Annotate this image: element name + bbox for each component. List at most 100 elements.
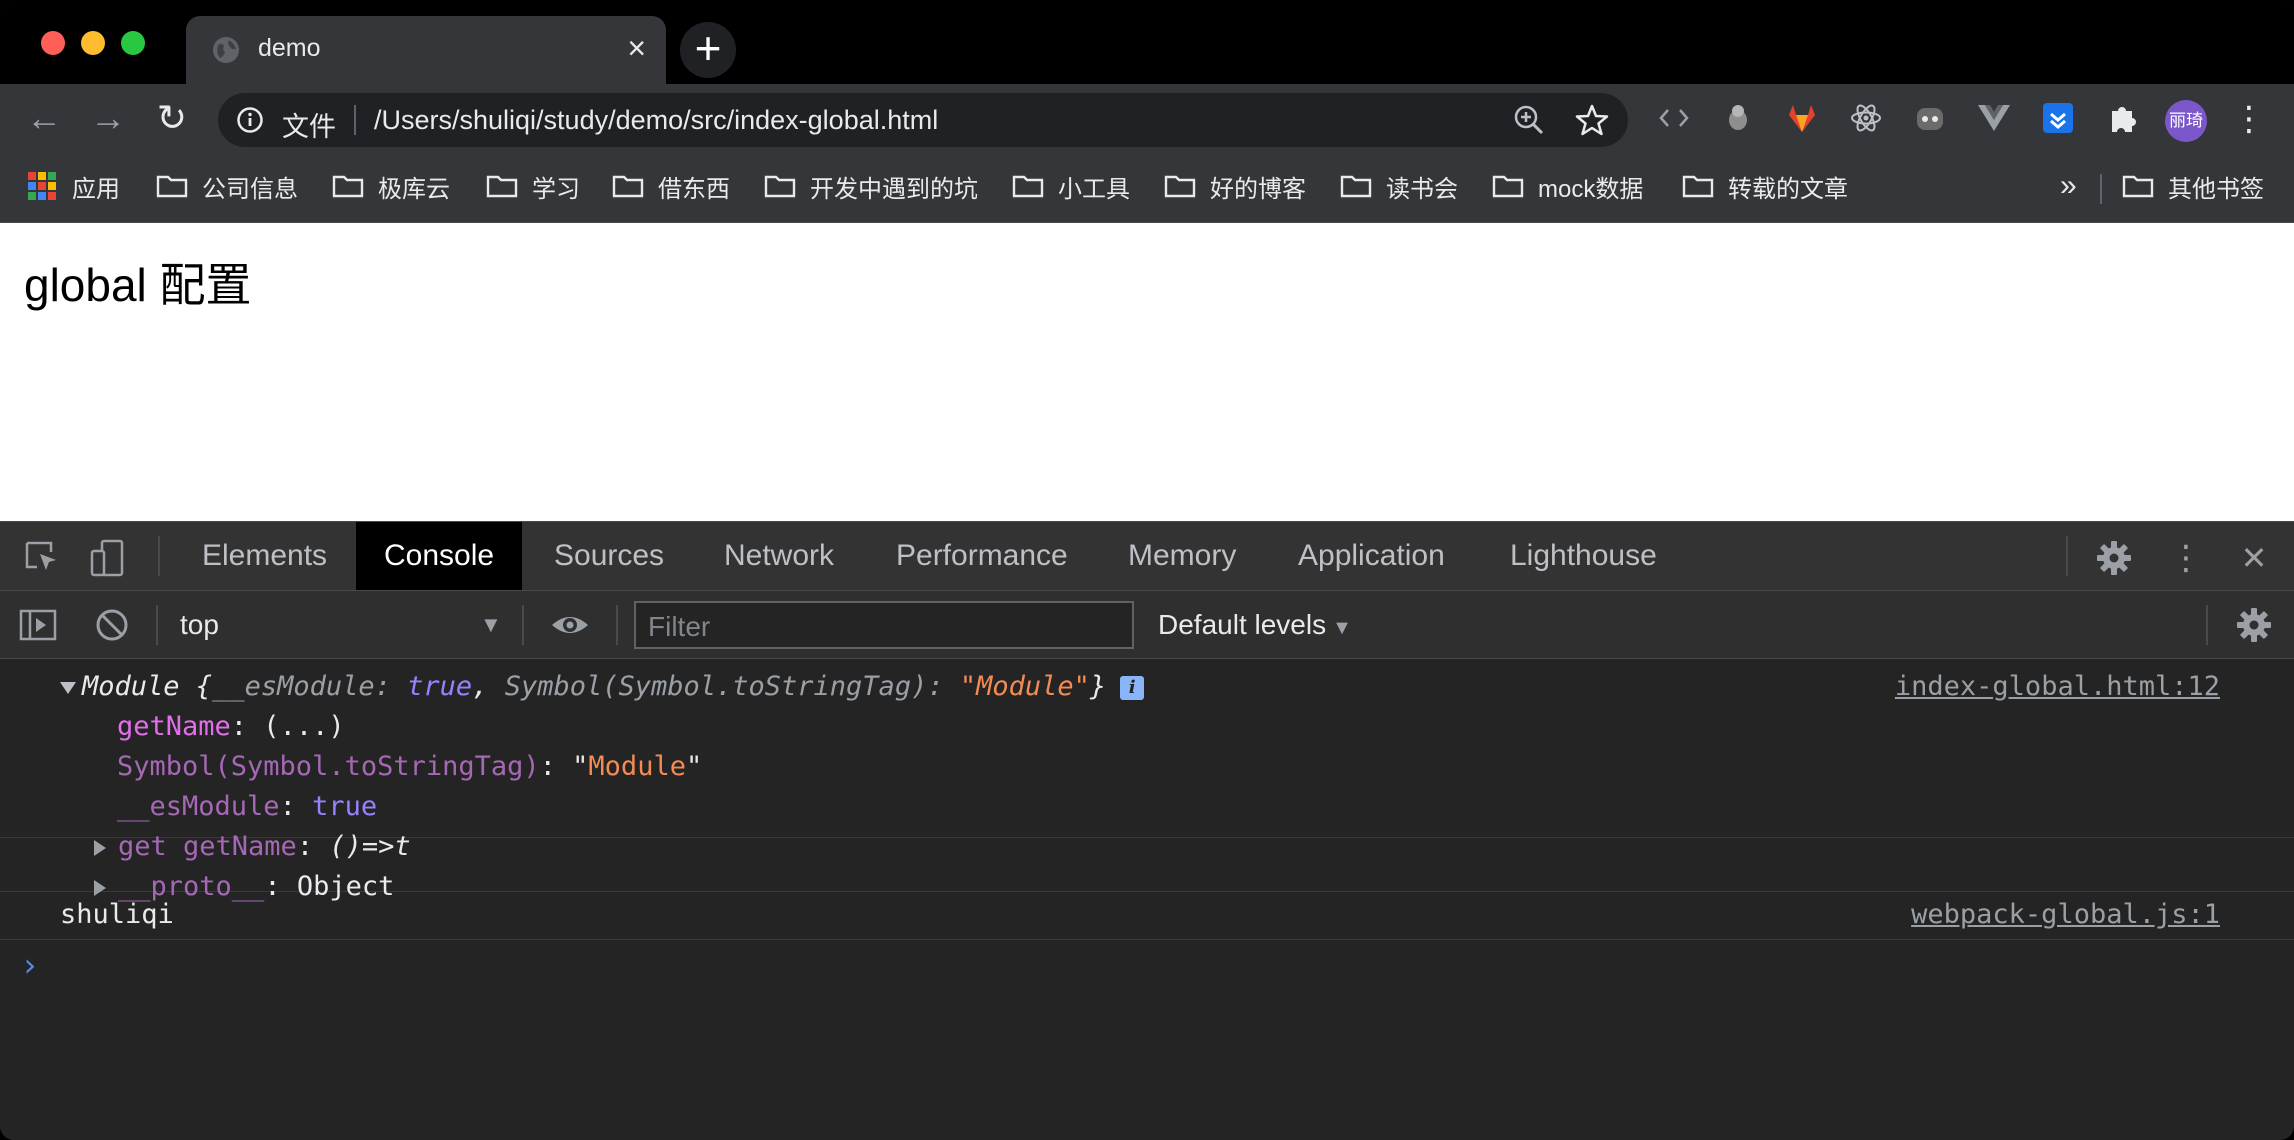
new-tab-button[interactable]: + bbox=[680, 22, 736, 78]
bookmarks-bar: 应用 公司信息 极库云 学习 借东西 开发中遇到的坑 小工具 好的博客 读书会 … bbox=[0, 154, 2294, 223]
info-icon[interactable] bbox=[236, 106, 264, 134]
tab-application[interactable]: Application bbox=[1270, 522, 1473, 590]
bookmark-label: 开发中遇到的坑 bbox=[810, 175, 978, 203]
bookmark-label: 学习 bbox=[532, 175, 580, 203]
bookmark-folder[interactable]: 读书会 bbox=[1340, 168, 1458, 204]
folder-icon bbox=[2122, 175, 2154, 198]
browser-toolbar: ← → ↻ 文件 /Users/shuliqi/study/demo/src/i… bbox=[0, 84, 2294, 154]
profile-avatar[interactable]: 丽琦 bbox=[2165, 100, 2207, 142]
bookmark-star-icon[interactable] bbox=[1574, 102, 1610, 138]
tab-close-icon[interactable]: × bbox=[627, 30, 646, 66]
bookmark-folder[interactable]: 好的博客 bbox=[1164, 168, 1306, 204]
devtools-divider bbox=[2066, 536, 2068, 576]
settings-gear-icon[interactable] bbox=[2094, 538, 2134, 578]
bookmark-label: 转载的文章 bbox=[1728, 175, 1848, 203]
chevron-down-icon: ▼ bbox=[1332, 617, 1352, 639]
bookmark-label: 好的博客 bbox=[1210, 175, 1306, 203]
react-devtools-icon[interactable] bbox=[1846, 98, 1886, 138]
property-row[interactable]: get getName: ()=>t bbox=[94, 829, 411, 865]
devtools-divider bbox=[158, 536, 160, 576]
log-text: shuliqi bbox=[60, 899, 174, 930]
inspect-element-icon[interactable] bbox=[22, 538, 62, 578]
bookmark-label: 小工具 bbox=[1058, 175, 1130, 203]
tab-sources[interactable]: Sources bbox=[526, 522, 692, 590]
console-settings-icon[interactable] bbox=[2234, 605, 2274, 645]
folder-icon bbox=[156, 175, 188, 198]
folder-icon bbox=[1492, 175, 1524, 198]
zoom-in-icon[interactable] bbox=[1512, 103, 1546, 137]
bookmark-folder[interactable]: 公司信息 bbox=[156, 168, 298, 204]
console-toolbar-divider bbox=[616, 605, 618, 645]
maximize-window-button[interactable] bbox=[121, 31, 145, 55]
vue-devtools-icon[interactable] bbox=[1974, 98, 2014, 138]
filter-box bbox=[634, 601, 1134, 649]
tab-elements[interactable]: Elements bbox=[174, 522, 355, 590]
download-extension-icon[interactable] bbox=[2038, 98, 2078, 138]
bookmark-apps[interactable]: 应用 bbox=[28, 168, 120, 204]
console-toolbar: top ▼ Default levels▼ bbox=[0, 591, 2294, 659]
console-toolbar-divider bbox=[156, 605, 158, 645]
expand-triangle-icon[interactable] bbox=[94, 839, 106, 856]
bookmark-folder[interactable]: 开发中遇到的坑 bbox=[764, 168, 978, 204]
console-message-group: get getName: ()=>t __proto__: Object bbox=[0, 659, 2294, 902]
bookmark-other-folder[interactable]: 其他书签 bbox=[2122, 168, 2264, 204]
globe-icon bbox=[213, 37, 239, 63]
console-output: Module {__esModule: true, Symbol(Symbol.… bbox=[0, 659, 2294, 1140]
gitlab-extension-icon[interactable] bbox=[1782, 98, 1822, 138]
url-text[interactable]: /Users/shuliqi/study/demo/src/index-glob… bbox=[374, 105, 938, 136]
filter-input[interactable] bbox=[646, 609, 1120, 645]
folder-icon bbox=[1340, 175, 1372, 198]
bookmark-folder[interactable]: mock数据 bbox=[1492, 168, 1643, 204]
bookmark-folder[interactable]: 学习 bbox=[486, 168, 580, 204]
log-levels-dropdown[interactable]: Default levels ▼ bbox=[1158, 605, 1352, 648]
folder-icon bbox=[332, 175, 364, 198]
bookmark-folder[interactable]: 转载的文章 bbox=[1682, 168, 1848, 204]
page-heading: global 配置 bbox=[24, 259, 252, 311]
scheme-label: 文件 bbox=[282, 112, 336, 142]
bookmark-folder[interactable]: 小工具 bbox=[1012, 168, 1130, 204]
close-window-button[interactable] bbox=[41, 31, 65, 55]
source-link[interactable]: webpack-global.js:1 bbox=[1911, 897, 2220, 933]
live-expression-eye-icon[interactable] bbox=[550, 605, 590, 645]
tab-console[interactable]: Console bbox=[356, 522, 523, 590]
omnibox-divider bbox=[354, 105, 356, 135]
page-viewport: global 配置 bbox=[0, 223, 2294, 521]
clear-console-icon[interactable] bbox=[92, 605, 132, 645]
bookmark-label: 应用 bbox=[72, 175, 120, 203]
context-selector[interactable]: top bbox=[180, 605, 500, 645]
device-toolbar-icon[interactable] bbox=[88, 538, 128, 578]
folder-icon bbox=[764, 175, 796, 198]
close-devtools-icon[interactable]: ✕ bbox=[2234, 538, 2274, 578]
bookmark-divider bbox=[2100, 174, 2102, 204]
browser-menu-icon[interactable]: ⋮ bbox=[2232, 98, 2266, 140]
show-sidebar-icon[interactable] bbox=[18, 605, 58, 645]
bookmark-label: 其他书签 bbox=[2168, 175, 2264, 203]
bookmark-folder[interactable]: 极库云 bbox=[332, 168, 450, 204]
log-levels-label: Default levels bbox=[1158, 609, 1327, 640]
tab-memory[interactable]: Memory bbox=[1100, 522, 1264, 590]
console-prompt[interactable]: › bbox=[20, 947, 39, 983]
bookmark-label: mock数据 bbox=[1538, 175, 1644, 203]
folder-icon bbox=[1012, 175, 1044, 198]
cat-extension-icon[interactable] bbox=[1910, 98, 1950, 138]
extensions-puzzle-icon[interactable] bbox=[2102, 98, 2142, 138]
helper-extension-icon[interactable] bbox=[1718, 98, 1758, 138]
browser-window: demo × + ← → ↻ 文件 /Users/shuliqi/study/d… bbox=[0, 0, 2294, 1140]
forward-button[interactable]: → bbox=[84, 96, 132, 142]
tab-network[interactable]: Network bbox=[696, 522, 862, 590]
browser-tab[interactable]: demo × bbox=[186, 16, 666, 84]
reload-button[interactable]: ↻ bbox=[148, 96, 196, 142]
tab-performance[interactable]: Performance bbox=[868, 522, 1096, 590]
bookmark-label: 借东西 bbox=[658, 175, 730, 203]
folder-icon bbox=[1682, 175, 1714, 198]
back-button[interactable]: ← bbox=[20, 96, 68, 142]
console-toolbar-divider bbox=[522, 605, 524, 645]
minimize-window-button[interactable] bbox=[81, 31, 105, 55]
code-extension-icon[interactable] bbox=[1654, 98, 1694, 138]
more-bookmarks-button[interactable]: » bbox=[2060, 168, 2077, 204]
tab-lighthouse[interactable]: Lighthouse bbox=[1482, 522, 1685, 590]
devtools-more-icon[interactable]: ⋮ bbox=[2166, 538, 2206, 578]
address-bar[interactable]: 文件 /Users/shuliqi/study/demo/src/index-g… bbox=[218, 93, 1628, 147]
bookmark-folder[interactable]: 借东西 bbox=[612, 168, 730, 204]
context-dropdown-arrow[interactable]: ▼ bbox=[480, 605, 502, 645]
